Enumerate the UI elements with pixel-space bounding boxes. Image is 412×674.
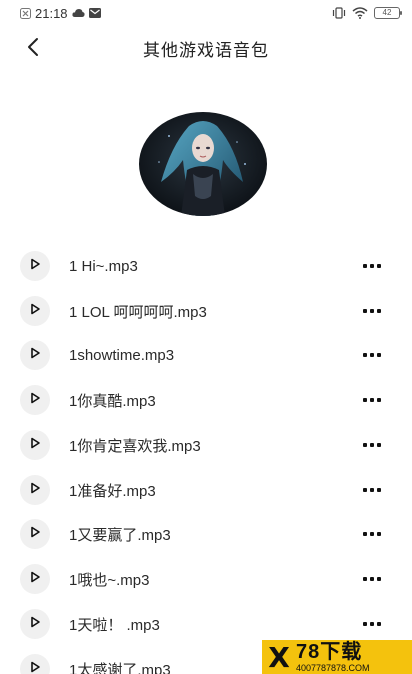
more-dot: [370, 577, 374, 581]
header: 其他游戏语音包: [0, 30, 412, 66]
play-button[interactable]: [20, 609, 50, 639]
more-button[interactable]: [356, 390, 388, 410]
x-logo-icon: X: [268, 640, 290, 674]
play-button[interactable]: [20, 475, 50, 505]
watermark-sub: 4007787878.COM: [296, 662, 370, 673]
play-icon: [29, 302, 41, 320]
more-dot: [370, 622, 374, 626]
play-icon: [29, 257, 41, 275]
play-button[interactable]: [20, 519, 50, 549]
play-icon: [29, 615, 41, 633]
more-button[interactable]: [356, 524, 388, 544]
more-dot: [363, 488, 367, 492]
list-item[interactable]: 1又要赢了.mp3: [0, 512, 412, 556]
item-label: 1你肯定喜欢我.mp3: [69, 437, 201, 455]
battery-icon: 42: [374, 7, 402, 19]
notification-icon: [20, 7, 31, 19]
more-dot: [370, 353, 374, 357]
play-button[interactable]: [20, 296, 50, 326]
play-button[interactable]: [20, 564, 50, 594]
list-item[interactable]: 1showtime.mp3: [0, 333, 412, 377]
item-label: 1太感谢了.mp3: [69, 661, 171, 674]
item-label: 1你真酷.mp3: [69, 392, 156, 410]
item-label: 1 LOL 呵呵呵呵.mp3: [69, 303, 207, 321]
play-icon: [29, 436, 41, 454]
more-dot: [377, 353, 381, 357]
more-dot: [370, 488, 374, 492]
more-dot: [363, 443, 367, 447]
more-button[interactable]: [356, 480, 388, 500]
list-item[interactable]: 1你真酷.mp3: [0, 378, 412, 422]
more-button[interactable]: [356, 569, 388, 589]
more-dot: [363, 622, 367, 626]
play-icon: [29, 481, 41, 499]
watermark-main: 78下载: [296, 640, 363, 663]
status-left: 21:18: [20, 6, 101, 21]
vibrate-icon: [332, 7, 346, 19]
play-icon: [29, 570, 41, 588]
more-dot: [370, 398, 374, 402]
play-icon: [29, 346, 41, 364]
more-dot: [370, 532, 374, 536]
item-label: 1准备好.mp3: [69, 482, 156, 500]
more-dot: [363, 398, 367, 402]
status-bar: 21:18 42: [0, 0, 412, 26]
more-dot: [370, 309, 374, 313]
back-button[interactable]: [20, 36, 46, 62]
status-right: 42: [332, 7, 402, 19]
mail-icon: [88, 8, 101, 18]
more-dot: [377, 532, 381, 536]
status-time: 21:18: [35, 5, 68, 21]
more-dot: [377, 443, 381, 447]
list-item[interactable]: 1 Hi~.mp3: [0, 244, 412, 288]
list-item[interactable]: 1准备好.mp3: [0, 468, 412, 512]
more-dot: [377, 488, 381, 492]
play-button[interactable]: [20, 430, 50, 460]
more-dot: [363, 309, 367, 313]
more-dot: [377, 622, 381, 626]
list-item[interactable]: 1哦也~.mp3: [0, 557, 412, 601]
play-icon: [29, 525, 41, 543]
chevron-left-icon: [26, 37, 40, 62]
watermark-text: 78下载 4007787878.COM: [296, 642, 370, 673]
more-dot: [363, 353, 367, 357]
character-portrait-icon: [139, 112, 267, 216]
more-dot: [363, 264, 367, 268]
more-dot: [370, 264, 374, 268]
item-label: 1哦也~.mp3: [69, 571, 150, 589]
more-button[interactable]: [356, 345, 388, 365]
list-item[interactable]: 1 LOL 呵呵呵呵.mp3: [0, 289, 412, 333]
watermark-logo: X 78下载 4007787878.COM: [262, 640, 412, 674]
play-icon: [29, 391, 41, 409]
list-item[interactable]: 1你肯定喜欢我.mp3: [0, 423, 412, 467]
play-button[interactable]: [20, 251, 50, 281]
more-button[interactable]: [356, 614, 388, 634]
more-button[interactable]: [356, 301, 388, 321]
more-dot: [363, 577, 367, 581]
play-button[interactable]: [20, 654, 50, 674]
play-icon: [29, 660, 41, 674]
play-button[interactable]: [20, 385, 50, 415]
more-button[interactable]: [356, 256, 388, 276]
cloud-icon: [71, 8, 85, 18]
avatar: [139, 112, 267, 216]
play-button[interactable]: [20, 340, 50, 370]
item-label: 1又要赢了.mp3: [69, 526, 171, 544]
more-dot: [370, 443, 374, 447]
more-button[interactable]: [356, 435, 388, 455]
more-dot: [377, 577, 381, 581]
wifi-icon: [352, 7, 368, 19]
item-label: 1showtime.mp3: [69, 346, 175, 364]
more-dot: [377, 264, 381, 268]
more-dot: [377, 398, 381, 402]
item-label: 1天啦！ .mp3: [69, 616, 160, 634]
item-label: 1 Hi~.mp3: [69, 257, 138, 275]
more-dot: [377, 309, 381, 313]
page-title: 其他游戏语音包: [143, 40, 269, 60]
more-dot: [363, 532, 367, 536]
